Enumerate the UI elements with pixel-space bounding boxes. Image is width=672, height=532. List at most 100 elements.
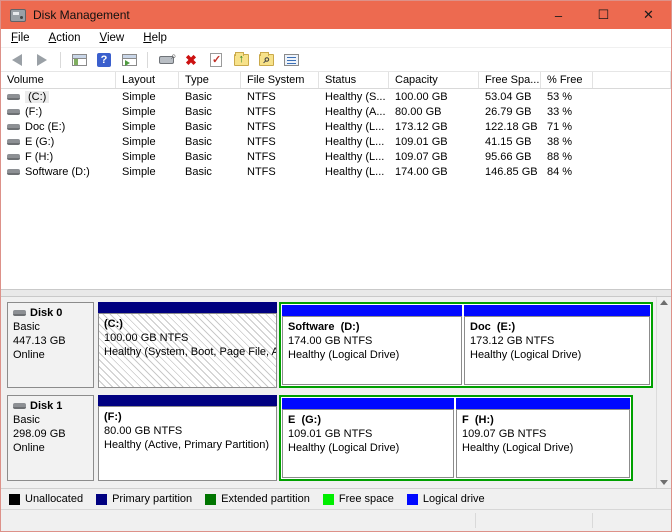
show-action-pane-icon[interactable] [119, 51, 139, 69]
logical-drive-swatch [406, 493, 418, 505]
check-document-icon[interactable] [206, 51, 226, 69]
cell-capacity: 80.00 GB [395, 105, 442, 118]
partition-f[interactable]: (F:) 80.00 GB NTFS Healthy (Active, Prim… [98, 395, 277, 481]
properties-list-icon[interactable] [281, 51, 301, 69]
vertical-scrollbar[interactable] [656, 297, 671, 488]
cell-free: 26.79 GB [485, 105, 532, 118]
help-icon[interactable]: ? [94, 51, 114, 69]
table-row[interactable]: E (G:) Simple Basic NTFS Healthy (L... 1… [1, 134, 671, 149]
volume-name: E (G:) [25, 135, 55, 148]
scroll-down-icon[interactable] [660, 480, 668, 485]
cell-pct: 33 % [547, 105, 573, 118]
legend-label: Logical drive [422, 493, 485, 505]
menu-help[interactable]: Help [141, 30, 176, 46]
maximize-button[interactable]: ☐ [581, 1, 626, 29]
partition-label: (F:) [104, 411, 122, 423]
menu-view[interactable]: View [98, 30, 134, 46]
menu-bar: File Action View Help [1, 29, 671, 48]
partition-e-g[interactable]: E (G:) 109.01 GB NTFS Healthy (Logical D… [282, 398, 454, 478]
legend-extended-partition: Extended partition [205, 493, 310, 505]
unallocated-swatch [9, 493, 20, 505]
table-row[interactable]: Software (D:) Simple Basic NTFS Healthy … [1, 164, 671, 179]
volume-icon [7, 153, 20, 160]
partition-status: Healthy (Logical Drive) [462, 442, 574, 454]
disk-1-label[interactable]: Disk 1 Basic 298.09 GB Online [7, 395, 94, 481]
cell-pct: 84 % [547, 165, 573, 178]
status-bar [1, 509, 671, 531]
partition-size: 173.12 GB NTFS [470, 335, 555, 347]
volume-list-header: Volume Layout Type File System Status Ca… [1, 72, 671, 89]
disk-status: Online [13, 442, 45, 454]
window-controls: – ☐ ✕ [536, 1, 671, 29]
free-space-swatch [322, 493, 334, 505]
volume-icon [7, 168, 20, 175]
column-header-volume[interactable]: Volume [1, 72, 116, 88]
volume-icon [7, 93, 20, 100]
cell-free: 146.85 GB [485, 165, 538, 178]
menu-action[interactable]: Action [47, 30, 90, 46]
partition-status: Healthy (Logical Drive) [288, 442, 400, 454]
back-arrow-icon[interactable] [7, 51, 27, 69]
volume-name: (F:) [25, 105, 43, 118]
column-header-pct-free[interactable]: % Free [541, 72, 593, 88]
volume-icon [7, 108, 20, 115]
cell-fs: NTFS [247, 165, 276, 178]
primary-partition-swatch [96, 493, 108, 505]
folder-up-icon[interactable] [231, 51, 251, 69]
close-button[interactable]: ✕ [626, 1, 671, 29]
disk-tool-icon[interactable] [156, 51, 176, 69]
table-row[interactable]: (F:) Simple Basic NTFS Healthy (A... 80.… [1, 104, 671, 119]
extended-partition-swatch [205, 493, 217, 505]
cell-type: Basic [185, 105, 212, 118]
table-row[interactable]: F (H:) Simple Basic NTFS Healthy (L... 1… [1, 149, 671, 164]
cell-capacity: 173.12 GB [395, 120, 448, 133]
forward-arrow-icon[interactable] [32, 51, 52, 69]
minimize-button[interactable]: – [536, 1, 581, 29]
volume-name: F (H:) [25, 150, 54, 163]
partition-status: Healthy (Active, Primary Partition) [104, 439, 270, 451]
table-row[interactable]: Doc (E:) Simple Basic NTFS Healthy (L...… [1, 119, 671, 134]
disk-name: Disk 0 [30, 307, 63, 319]
cell-capacity: 100.00 GB [395, 90, 448, 103]
disk-0-label[interactable]: Disk 0 Basic 447.13 GB Online [7, 302, 94, 388]
menu-file[interactable]: File [9, 30, 39, 46]
partition-doc-e[interactable]: Doc (E:) 173.12 GB NTFS Healthy (Logical… [464, 305, 650, 385]
column-header-capacity[interactable]: Capacity [389, 72, 479, 88]
cell-layout: Simple [122, 135, 156, 148]
cell-free: 53.04 GB [485, 90, 532, 103]
partition-software-d[interactable]: Software (D:) 174.00 GB NTFS Healthy (Lo… [282, 305, 462, 385]
cell-status: Healthy (S... [325, 90, 386, 103]
column-header-type[interactable]: Type [179, 72, 241, 88]
disk-status: Online [13, 349, 45, 361]
column-header-free-space[interactable]: Free Spa... [479, 72, 541, 88]
disk-kind: Basic [13, 321, 40, 333]
column-header-status[interactable]: Status [319, 72, 389, 88]
scroll-up-icon[interactable] [660, 300, 668, 305]
volume-name: (C:) [25, 90, 50, 103]
column-header-filler [593, 72, 671, 88]
column-header-file-system[interactable]: File System [241, 72, 319, 88]
delete-volume-icon[interactable]: ✖ [181, 51, 201, 69]
volume-icon [7, 123, 20, 130]
title-bar: Disk Management – ☐ ✕ [1, 1, 671, 29]
cell-capacity: 109.01 GB [395, 135, 448, 148]
folder-search-icon[interactable] [256, 51, 276, 69]
column-header-layout[interactable]: Layout [116, 72, 179, 88]
partition-f-h[interactable]: F (H:) 109.07 GB NTFS Healthy (Logical D… [456, 398, 630, 478]
table-row[interactable]: (C:) Simple Basic NTFS Healthy (S... 100… [1, 89, 671, 104]
volume-list: Volume Layout Type File System Status Ca… [1, 72, 671, 289]
partition-c[interactable]: (C:) 100.00 GB NTFS Healthy (System, Boo… [98, 302, 277, 388]
volume-name: Doc (E:) [25, 120, 66, 133]
cell-free: 95.66 GB [485, 150, 532, 163]
legend-label: Free space [338, 493, 394, 505]
volume-icon [7, 138, 20, 145]
primary-partition-bar [98, 302, 277, 313]
partition-size: 174.00 GB NTFS [288, 335, 373, 347]
disk-management-window: Disk Management – ☐ ✕ File Action View H… [0, 0, 672, 532]
cell-free: 122.18 GB [485, 120, 538, 133]
partition-size: 100.00 GB NTFS [104, 332, 189, 344]
partition-label: Doc (E:) [470, 321, 516, 333]
panel-splitter[interactable] [1, 289, 671, 297]
legend-label: Primary partition [112, 493, 193, 505]
show-console-tree-icon[interactable] [69, 51, 89, 69]
